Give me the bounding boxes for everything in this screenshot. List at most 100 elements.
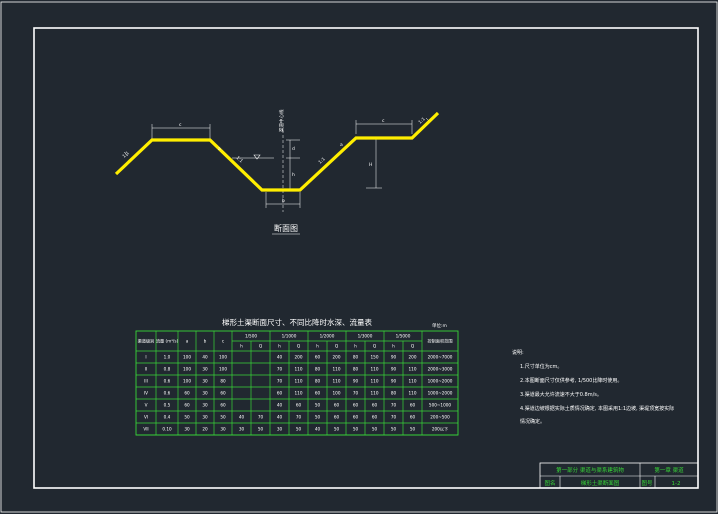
table-cell: I xyxy=(145,355,146,360)
table-cell: 90 xyxy=(391,379,397,384)
table-header-sub: Q xyxy=(259,344,263,349)
table-cell: 0.10 xyxy=(162,427,172,432)
table-cell: 2000~7000 xyxy=(428,355,453,360)
table-cell: 60 xyxy=(372,415,378,420)
table-cell: 100 xyxy=(333,391,341,396)
table-cell: 110 xyxy=(333,379,341,384)
table-cell: 50 xyxy=(372,427,378,432)
table-cell: 100 xyxy=(219,355,227,360)
table-cell: 60 xyxy=(334,415,340,420)
table-cell: 90 xyxy=(391,367,397,372)
water-level-icon xyxy=(253,154,261,160)
table-cell: 30 xyxy=(277,427,283,432)
section-title: 断面图 xyxy=(274,223,298,233)
table-header-sub: Q xyxy=(335,344,339,349)
table-header-sub: h xyxy=(316,344,319,349)
note-item-3: 3.渠道最大允许流速不大于0.8m/s。 xyxy=(520,391,602,398)
table-cell: 60 xyxy=(184,391,190,396)
table-header-group: 1/3000 xyxy=(358,334,373,339)
canal-profile-line xyxy=(114,111,440,192)
table-cell: 50 xyxy=(391,427,397,432)
drawing-border xyxy=(33,27,699,489)
table-cell: VI xyxy=(144,415,148,420)
table-cell: 90 xyxy=(391,355,397,360)
table-cell: 80 xyxy=(315,379,321,384)
table-cell: IV xyxy=(144,391,148,396)
note-item-1: 1.尺寸单位为cm。 xyxy=(520,363,562,370)
table-header-group: 1/500 xyxy=(245,334,257,339)
table-cell: 0.6 xyxy=(164,379,171,384)
table-cell: 100 xyxy=(183,355,191,360)
table-cell: 110 xyxy=(371,379,379,384)
table-cell: 110 xyxy=(333,367,341,372)
title-block-name-label: 图名 xyxy=(544,479,555,487)
table-cell: 30 xyxy=(202,415,208,420)
table-cell: 200~500 xyxy=(430,415,450,420)
table-cell: 80 xyxy=(353,355,359,360)
table-cell: 60 xyxy=(353,403,359,408)
table-cell: 110 xyxy=(295,391,303,396)
table-cell: 110 xyxy=(409,391,417,396)
table-cell: 40 xyxy=(277,415,283,420)
table-cell: 1000~2000 xyxy=(428,391,453,396)
table-cell: 100 xyxy=(183,379,191,384)
table-cell: 500~1000 xyxy=(429,403,451,408)
table-cell: 40 xyxy=(315,427,321,432)
table-cell: 70 xyxy=(296,415,302,420)
parameter-table: 渠道级别 流量 (m³/s) a b c 1/500 1/1000 1/2000 1/3000 1… xyxy=(135,330,459,436)
title-block-no-label: 图号 xyxy=(641,479,653,487)
table-cell: 30 xyxy=(202,379,208,384)
table-cell: 1000~2000 xyxy=(428,379,453,384)
table-cell: 50 xyxy=(296,427,302,432)
table-cell: 0.8 xyxy=(164,367,171,372)
table-cell: 1.0 xyxy=(164,355,171,360)
title-block-drawing-no: 1-2 xyxy=(672,481,681,487)
table-cell: 100 xyxy=(183,367,191,372)
table-cell: 110 xyxy=(371,367,379,372)
dimension-lines xyxy=(123,117,431,212)
table-cell: 70 xyxy=(391,403,397,408)
table-cell: 80 xyxy=(315,367,321,372)
dim-label-bank-height: H xyxy=(369,162,372,168)
table-header-cell: a xyxy=(186,339,189,344)
table-header-sub: Q xyxy=(297,344,301,349)
table-cell: 40 xyxy=(239,415,245,420)
table-cell: 60 xyxy=(296,403,302,408)
table-header-sub: h xyxy=(392,344,395,349)
table-header-cell: 流量 (m³/s) xyxy=(156,338,179,345)
table-header-sub: Q xyxy=(411,344,415,349)
notes-heading: 说明: xyxy=(512,349,524,356)
centerline-label: 渠道中心线 xyxy=(278,109,285,132)
table-cell: 60 xyxy=(220,403,226,408)
title-block-drawing-name: 梯形土渠断面图 xyxy=(581,479,620,487)
table-cell: 110 xyxy=(295,379,303,384)
table-cell: 60 xyxy=(220,391,226,396)
table-cell: 80 xyxy=(391,391,397,396)
table-cell: 50 xyxy=(353,427,359,432)
table-cell: 30 xyxy=(184,427,190,432)
table-cell: 50 xyxy=(410,427,416,432)
table-cell: 60 xyxy=(372,403,378,408)
table-cell: 40 xyxy=(277,403,283,408)
dim-label-freeboard: d xyxy=(292,146,295,152)
sheet-outer-frame xyxy=(0,1,718,513)
table-cell: 70 xyxy=(391,415,397,420)
table-cell: 60 xyxy=(410,403,416,408)
table-cell: 30 xyxy=(202,391,208,396)
table-cell: 50 xyxy=(220,415,226,420)
table-cell: 30 xyxy=(220,427,226,432)
table-header-cell: c xyxy=(222,339,225,344)
table-cell: 40 xyxy=(277,355,283,360)
table-header-group: 1/2000 xyxy=(320,334,335,339)
table-cell: VII xyxy=(143,427,148,432)
table-cell: 2000~3000 xyxy=(428,367,453,372)
table-cell: 60 xyxy=(277,391,283,396)
table-cell: 40 xyxy=(202,355,208,360)
table-cell: II xyxy=(145,367,147,372)
slope-label-right-mid: 1:1 xyxy=(317,156,326,165)
table-cell: 60 xyxy=(334,403,340,408)
table-cell: 110 xyxy=(371,391,379,396)
dim-label-small-left: a xyxy=(218,147,221,152)
table-cell: 70 xyxy=(277,367,283,372)
table-cell: 110 xyxy=(295,367,303,372)
